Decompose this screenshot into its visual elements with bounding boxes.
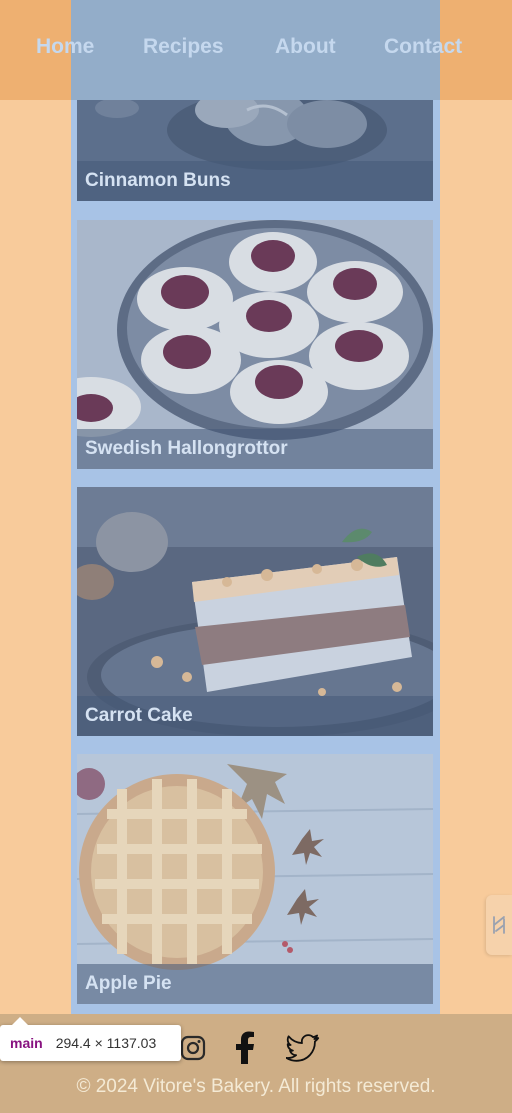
- nav-recipes-link[interactable]: Recipes: [143, 35, 224, 59]
- nav-about-link[interactable]: About: [275, 35, 336, 59]
- copyright-text: © 2024 Vitore's Bakery. All rights reser…: [76, 1076, 436, 1097]
- recipe-title: Carrot Cake: [85, 705, 193, 726]
- recipe-title: Apple Pie: [85, 973, 172, 994]
- devtools-element-tooltip: main 294.4 × 1137.03: [0, 1017, 181, 1061]
- facebook-icon[interactable]: [234, 1030, 258, 1066]
- recipe-card-apple-pie[interactable]: Apple Pie: [77, 754, 433, 1004]
- tooltip-dimensions: 294.4 × 1137.03: [55, 1035, 157, 1051]
- recipe-card-hallongrottor[interactable]: Swedish Hallongrottor: [77, 220, 433, 469]
- nav-home-link[interactable]: Home: [36, 35, 94, 59]
- main-nav: Home Recipes About Contact: [0, 0, 512, 100]
- scribble-icon: [493, 916, 505, 934]
- instagram-icon[interactable]: [180, 1030, 206, 1066]
- tooltip-tag-name: main: [10, 1035, 43, 1051]
- recipe-card-cinnamon-buns[interactable]: Cinnamon Buns: [77, 100, 433, 201]
- recipe-caption: Apple Pie: [77, 964, 433, 1004]
- recipe-card-carrot-cake[interactable]: Carrot Cake: [77, 487, 433, 736]
- social-links: [180, 1030, 320, 1066]
- extension-side-tab[interactable]: [486, 895, 512, 955]
- recipe-caption: Swedish Hallongrottor: [77, 429, 433, 469]
- recipe-caption: Carrot Cake: [77, 696, 433, 736]
- twitter-icon[interactable]: [286, 1030, 320, 1066]
- nav-contact-link[interactable]: Contact: [384, 35, 462, 59]
- recipe-caption: Cinnamon Buns: [77, 161, 433, 201]
- recipe-title: Swedish Hallongrottor: [85, 438, 288, 459]
- recipe-title: Cinnamon Buns: [85, 170, 231, 191]
